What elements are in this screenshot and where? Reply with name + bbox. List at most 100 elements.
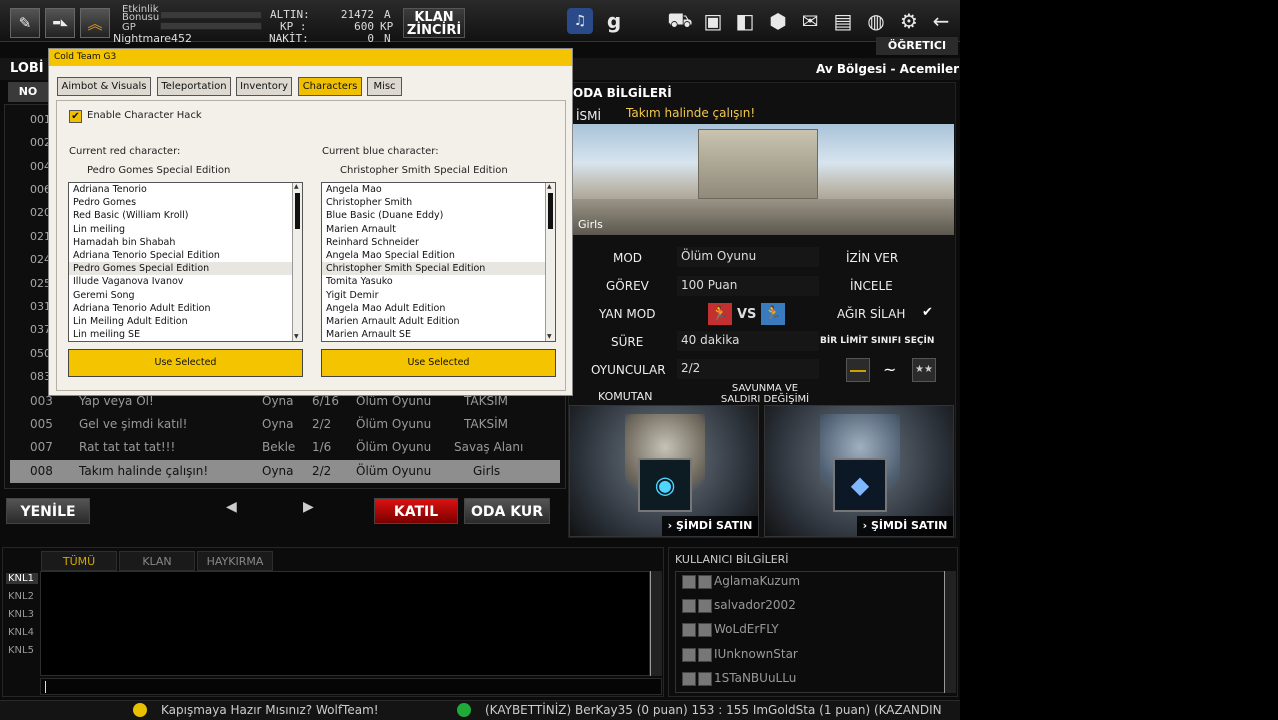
create-room-button[interactable]: ODA KUR — [464, 498, 550, 524]
cash-unit: N — [384, 32, 391, 45]
list-item[interactable]: Angela Mao Special Edition — [322, 249, 555, 262]
blue-team-icon: 🏃 — [761, 303, 785, 325]
tab-clan[interactable]: KLAN — [119, 551, 195, 571]
chat-scrollbar[interactable] — [650, 571, 662, 676]
wolfteam-logo-icon[interactable]: ♫ — [567, 8, 593, 34]
stars-rank-icon[interactable]: ★★ — [912, 358, 936, 382]
commander-card[interactable]: ◉ › ŞİMDİ SATIN AL — [569, 405, 759, 537]
table-row-selected[interactable]: 008 Takım halinde çalışın! Oyna 2/2 Ölüm… — [10, 460, 560, 483]
tab-aimbot-visuals[interactable]: Aimbot & Visuals — [57, 77, 151, 96]
refresh-button[interactable]: YENİLE — [6, 498, 90, 524]
blue-list-scrollbar[interactable]: ▲ ▼ — [545, 183, 555, 341]
list-item[interactable]: Angela Mao Adult Edition — [322, 302, 555, 315]
channel-4[interactable]: KNL4 — [6, 627, 38, 638]
list-item[interactable]: Reinhard Schneider — [322, 236, 555, 249]
buy-now-button[interactable]: › ŞİMDİ SATIN AL — [662, 516, 758, 536]
box-icon[interactable]: ⬢ — [765, 8, 791, 34]
list-item[interactable]: Marien Arnault — [322, 223, 555, 236]
scroll-thumb[interactable] — [548, 193, 553, 229]
list-item[interactable]: Adriana Tenorio Special Edition — [69, 249, 302, 262]
list-item[interactable]: Red Basic (William Kroll) — [69, 209, 302, 222]
list-item[interactable]: Christopher Smith — [322, 196, 555, 209]
briefcase-icon[interactable]: ▣ — [700, 8, 726, 34]
class-limit-slot-icon[interactable] — [846, 358, 870, 382]
players-value: 2/2 — [677, 359, 819, 379]
channel-2[interactable]: KNL2 — [6, 591, 38, 602]
weapon-icon[interactable]: ▬◣ — [45, 8, 75, 38]
heavy-weapon-label: AĞIR SİLAH — [837, 307, 906, 321]
scroll-thumb[interactable] — [295, 193, 300, 229]
tab-inventory[interactable]: Inventory — [236, 77, 292, 96]
buy-now-button[interactable]: › ŞİMDİ SATIN AL — [857, 516, 953, 536]
channel-1[interactable]: KNL1 — [6, 573, 38, 584]
channel-3[interactable]: KNL3 — [6, 609, 38, 620]
no-column-header[interactable]: NO — [8, 82, 48, 102]
list-item[interactable]: Blue Basic (Duane Eddy) — [322, 209, 555, 222]
checkmark-icon[interactable]: ✔ — [922, 305, 933, 320]
scroll-down-icon[interactable]: ▼ — [547, 333, 555, 341]
tutorial-button[interactable]: ÖĞRETICI — [876, 37, 958, 55]
list-item[interactable]: Marien Arnault SE — [322, 328, 555, 341]
tab-characters[interactable]: Characters — [298, 77, 362, 96]
list-item[interactable]: salvador2002 — [682, 598, 940, 620]
tab-shout[interactable]: HAYKIRMA — [197, 551, 273, 571]
list-item-selected[interactable]: Christopher Smith Special Edition — [322, 262, 555, 276]
blue-character-label: Current blue character: — [322, 146, 439, 157]
enable-checkbox[interactable]: ✔ — [69, 110, 82, 123]
notepad-icon[interactable]: ✎ — [10, 8, 40, 38]
list-item[interactable]: Lin meiling SE — [69, 328, 302, 341]
list-item-selected[interactable]: Pedro Gomes Special Edition — [69, 262, 302, 276]
list-item[interactable]: AglamaKuzum — [682, 574, 940, 596]
list-item[interactable]: Lin Meiling Adult Edition — [69, 315, 302, 328]
next-page-icon[interactable]: ▶ — [303, 499, 314, 515]
list-item[interactable]: Hamadah bin Shabah — [69, 236, 302, 249]
clan-chain-button[interactable]: KLAN ZİNCİRİ — [403, 8, 465, 38]
use-selected-blue-button[interactable]: Use Selected — [321, 349, 556, 377]
use-selected-red-button[interactable]: Use Selected — [68, 349, 303, 377]
globe-icon[interactable]: ◍ — [863, 8, 889, 34]
clan-button-line2: ZİNCİRİ — [406, 23, 462, 38]
list-item[interactable]: Pedro Gomes — [69, 196, 302, 209]
list-item[interactable]: Tomita Yasuko — [322, 275, 555, 288]
tab-teleportation[interactable]: Teleportation — [157, 77, 231, 96]
ticker-right-text: (KAYBETTİNİZ) BerKay35 (0 puan) 153 : 15… — [485, 703, 942, 717]
blue-character-list[interactable]: Angela Mao Christopher Smith Blue Basic … — [321, 182, 556, 342]
list-item[interactable]: Yigit Demir — [322, 289, 555, 302]
back-arrow-icon[interactable]: ← — [928, 8, 954, 34]
list-item[interactable]: Geremi Song — [69, 289, 302, 302]
mail-icon[interactable]: ✉ — [797, 8, 823, 34]
gear-icon[interactable]: ⚙ — [896, 8, 922, 34]
cart-icon[interactable]: ⛟ — [667, 8, 693, 34]
list-item[interactable]: 1STaNBUuLLu — [682, 671, 940, 693]
list-item[interactable]: Adriana Tenorio — [69, 183, 302, 196]
join-button[interactable]: KATIL — [374, 498, 458, 524]
table-row[interactable]: 007 Rat tat tat tat!!! Bekle 1/6 Ölüm Oy… — [10, 436, 560, 459]
duration-label: SÜRE — [611, 335, 644, 349]
gp-bar — [160, 22, 262, 30]
g-logo-icon[interactable]: g — [601, 8, 627, 34]
channel-5[interactable]: KNL5 — [6, 645, 38, 656]
list-item[interactable]: Marien Arnault Adult Edition — [322, 315, 555, 328]
scroll-up-icon[interactable]: ▲ — [547, 183, 555, 191]
prev-page-icon[interactable]: ◀ — [226, 499, 237, 515]
map-ground — [573, 199, 954, 235]
list-item[interactable]: WoLdErFLY — [682, 622, 940, 644]
folder-user-icon[interactable]: ▤ — [830, 8, 856, 34]
list-item[interactable]: Angela Mao — [322, 183, 555, 196]
tab-all[interactable]: TÜMÜ — [41, 551, 117, 571]
table-row[interactable]: 005 Gel ve şimdi katıl! Oyna 2/2 Ölüm Oy… — [10, 413, 560, 436]
defense-attack-card[interactable]: ◆ › ŞİMDİ SATIN AL — [764, 405, 954, 537]
scroll-down-icon[interactable]: ▼ — [294, 333, 302, 341]
limit-class-label: BİR LİMİT SINIFI SEÇİN — [820, 336, 935, 346]
list-item[interactable]: IUnknownStar — [682, 647, 940, 669]
red-list-scrollbar[interactable]: ▲ ▼ — [292, 183, 302, 341]
tab-misc[interactable]: Misc — [367, 77, 402, 96]
chat-input[interactable] — [40, 678, 662, 695]
scroll-up-icon[interactable]: ▲ — [294, 183, 302, 191]
list-item[interactable]: Illude Vaganova Ivanov — [69, 275, 302, 288]
red-character-list[interactable]: Adriana Tenorio Pedro Gomes Red Basic (W… — [68, 182, 303, 342]
list-item[interactable]: Adriana Tenorio Adult Edition — [69, 302, 302, 315]
book-icon[interactable]: ◧ — [732, 8, 758, 34]
list-item[interactable]: Lin meiling — [69, 223, 302, 236]
user-scrollbar[interactable] — [944, 571, 956, 693]
